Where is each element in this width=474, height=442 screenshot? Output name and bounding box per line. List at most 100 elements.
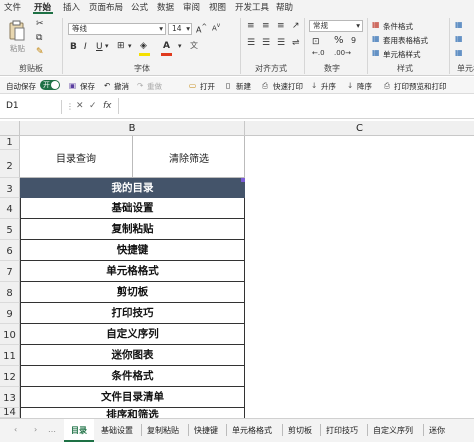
- orientation-icon[interactable]: ↗: [292, 22, 300, 31]
- sheet-tab-basic[interactable]: 基础设置: [101, 425, 133, 436]
- conditional-format-button[interactable]: 条件格式: [383, 21, 413, 32]
- redo-button[interactable]: 重做: [147, 81, 162, 92]
- row-header-12[interactable]: 12: [0, 366, 20, 387]
- row-header-1[interactable]: 1: [0, 136, 20, 150]
- directory-item-10[interactable]: 文件目录清单: [20, 387, 245, 408]
- bold-icon[interactable]: B: [70, 43, 77, 52]
- more-tabs-icon[interactable]: …: [48, 425, 56, 434]
- open-button[interactable]: 打开: [200, 81, 215, 92]
- directory-item-2[interactable]: 复制粘贴: [20, 219, 245, 240]
- scroll-right-icon[interactable]: ›: [34, 425, 37, 434]
- currency-icon[interactable]: ⊡: [312, 38, 320, 47]
- column-header-c[interactable]: C: [245, 121, 474, 136]
- align-top-icon[interactable]: ≡: [247, 22, 255, 31]
- font-name-select[interactable]: 等线 ▾: [68, 23, 166, 35]
- cut-icon[interactable]: ✂: [36, 20, 44, 29]
- new-file-icon[interactable]: ▯: [226, 81, 230, 90]
- fill-color-icon[interactable]: ◈: [140, 42, 147, 51]
- copy-icon[interactable]: ⧉: [36, 34, 42, 43]
- directory-item-1[interactable]: 基础设置: [20, 198, 245, 219]
- menu-review[interactable]: 审阅: [183, 1, 200, 13]
- menu-data[interactable]: 数据: [157, 1, 174, 13]
- row-header-4[interactable]: 4: [0, 198, 20, 219]
- sheet-tab-cell-format[interactable]: 单元格格式: [232, 425, 272, 436]
- save-button[interactable]: 保存: [80, 81, 95, 92]
- decrease-font-icon[interactable]: Av: [212, 23, 220, 32]
- print-preview-button[interactable]: 打印预览和打印: [394, 81, 447, 92]
- row-header-9[interactable]: 9: [0, 303, 20, 324]
- menu-developer[interactable]: 开发工具: [235, 1, 269, 13]
- italic-icon[interactable]: I: [84, 43, 87, 52]
- directory-item-11[interactable]: 排序和筛选: [20, 408, 245, 418]
- row-header-11[interactable]: 11: [0, 345, 20, 366]
- menu-view[interactable]: 视图: [209, 1, 226, 13]
- autosave-toggle[interactable]: 开: [40, 80, 60, 90]
- chevron-down-icon[interactable]: ▾: [178, 43, 182, 50]
- number-format-select[interactable]: 常规 ▾: [309, 20, 363, 32]
- row-header-10[interactable]: 10: [0, 324, 20, 345]
- font-color-icon[interactable]: A: [163, 42, 170, 51]
- printer-icon[interactable]: ⎙: [262, 81, 268, 91]
- sheet-tab-shortcuts[interactable]: 快捷键: [194, 425, 218, 436]
- align-right-icon[interactable]: ☰: [277, 39, 285, 48]
- select-all-corner[interactable]: [0, 121, 20, 136]
- clear-filter-button[interactable]: 清除筛选: [133, 150, 245, 165]
- sheet-tab-print-tips[interactable]: 打印技巧: [326, 425, 358, 436]
- directory-item-5[interactable]: 剪切板: [20, 282, 245, 303]
- row-header-6[interactable]: 6: [0, 240, 20, 261]
- menu-insert[interactable]: 插入: [63, 1, 80, 13]
- sort-desc-button[interactable]: 降序: [357, 81, 372, 92]
- quick-print-button[interactable]: 快速打印: [273, 81, 303, 92]
- percent-icon[interactable]: %: [334, 36, 344, 46]
- increase-decimal-icon[interactable]: ←.0: [312, 50, 325, 57]
- align-bottom-icon[interactable]: ≡: [277, 22, 285, 31]
- column-header-b[interactable]: B: [20, 121, 245, 136]
- row-header-3[interactable]: 3: [0, 178, 20, 198]
- underline-icon[interactable]: U: [96, 43, 103, 52]
- row-header-13[interactable]: 13: [0, 387, 20, 408]
- align-center-icon[interactable]: ☰: [262, 39, 270, 48]
- redo-icon[interactable]: ↷: [137, 81, 143, 90]
- save-icon[interactable]: ▣: [69, 81, 76, 90]
- new-button[interactable]: 新建: [236, 81, 251, 92]
- format-as-table-button[interactable]: 套用表格格式: [383, 35, 428, 46]
- sort-asc-icon[interactable]: ↓: [311, 81, 317, 90]
- sort-asc-button[interactable]: 升序: [321, 81, 336, 92]
- name-box[interactable]: D1: [2, 100, 62, 114]
- undo-button[interactable]: 撤消: [114, 81, 129, 92]
- menu-page-layout[interactable]: 页面布局: [89, 1, 123, 13]
- comma-style-icon[interactable]: 9: [351, 37, 356, 45]
- row-header-2[interactable]: 2: [0, 150, 20, 178]
- align-left-icon[interactable]: ☰: [247, 39, 255, 48]
- sheet-tab-custom-list[interactable]: 自定义序列: [373, 425, 413, 436]
- conditional-format-icon[interactable]: ▦: [372, 21, 380, 29]
- increase-font-icon[interactable]: A^: [196, 24, 207, 35]
- insert-function-icon[interactable]: fx: [103, 101, 112, 111]
- confirm-icon[interactable]: ✓: [89, 101, 97, 111]
- directory-search-button[interactable]: 目录查询: [20, 150, 132, 165]
- menu-file[interactable]: 文件: [4, 1, 21, 13]
- sheet-tab-active[interactable]: 目录: [64, 419, 94, 442]
- row-header-8[interactable]: 8: [0, 282, 20, 303]
- chevron-down-icon[interactable]: ▾: [105, 43, 109, 50]
- directory-item-7[interactable]: 自定义序列: [20, 324, 245, 345]
- directory-item-9[interactable]: 条件格式: [20, 366, 245, 387]
- format-cells-icon[interactable]: ▦: [455, 49, 463, 57]
- row-header-5[interactable]: 5: [0, 219, 20, 240]
- directory-item-3[interactable]: 快捷键: [20, 240, 245, 261]
- undo-icon[interactable]: ↶: [104, 81, 110, 90]
- directory-item-4[interactable]: 单元格格式: [20, 261, 245, 282]
- border-icon[interactable]: ⊞: [117, 42, 125, 51]
- format-as-table-icon[interactable]: ▦: [372, 35, 380, 43]
- align-middle-icon[interactable]: ≡: [262, 22, 270, 31]
- directory-item-6[interactable]: 打印技巧: [20, 303, 245, 324]
- cell-styles-icon[interactable]: ▦: [372, 49, 380, 57]
- sheet-tab-mini[interactable]: 迷你: [429, 425, 445, 436]
- cancel-icon[interactable]: ✕: [76, 101, 84, 111]
- decrease-decimal-icon[interactable]: .00→: [334, 50, 351, 57]
- print-preview-icon[interactable]: ⎙: [384, 81, 390, 91]
- insert-cells-icon[interactable]: ▦: [455, 21, 463, 29]
- paste-icon[interactable]: [8, 20, 26, 42]
- wrap-text-icon[interactable]: ⇌: [292, 39, 300, 48]
- font-size-select[interactable]: 14 ▾: [168, 23, 192, 35]
